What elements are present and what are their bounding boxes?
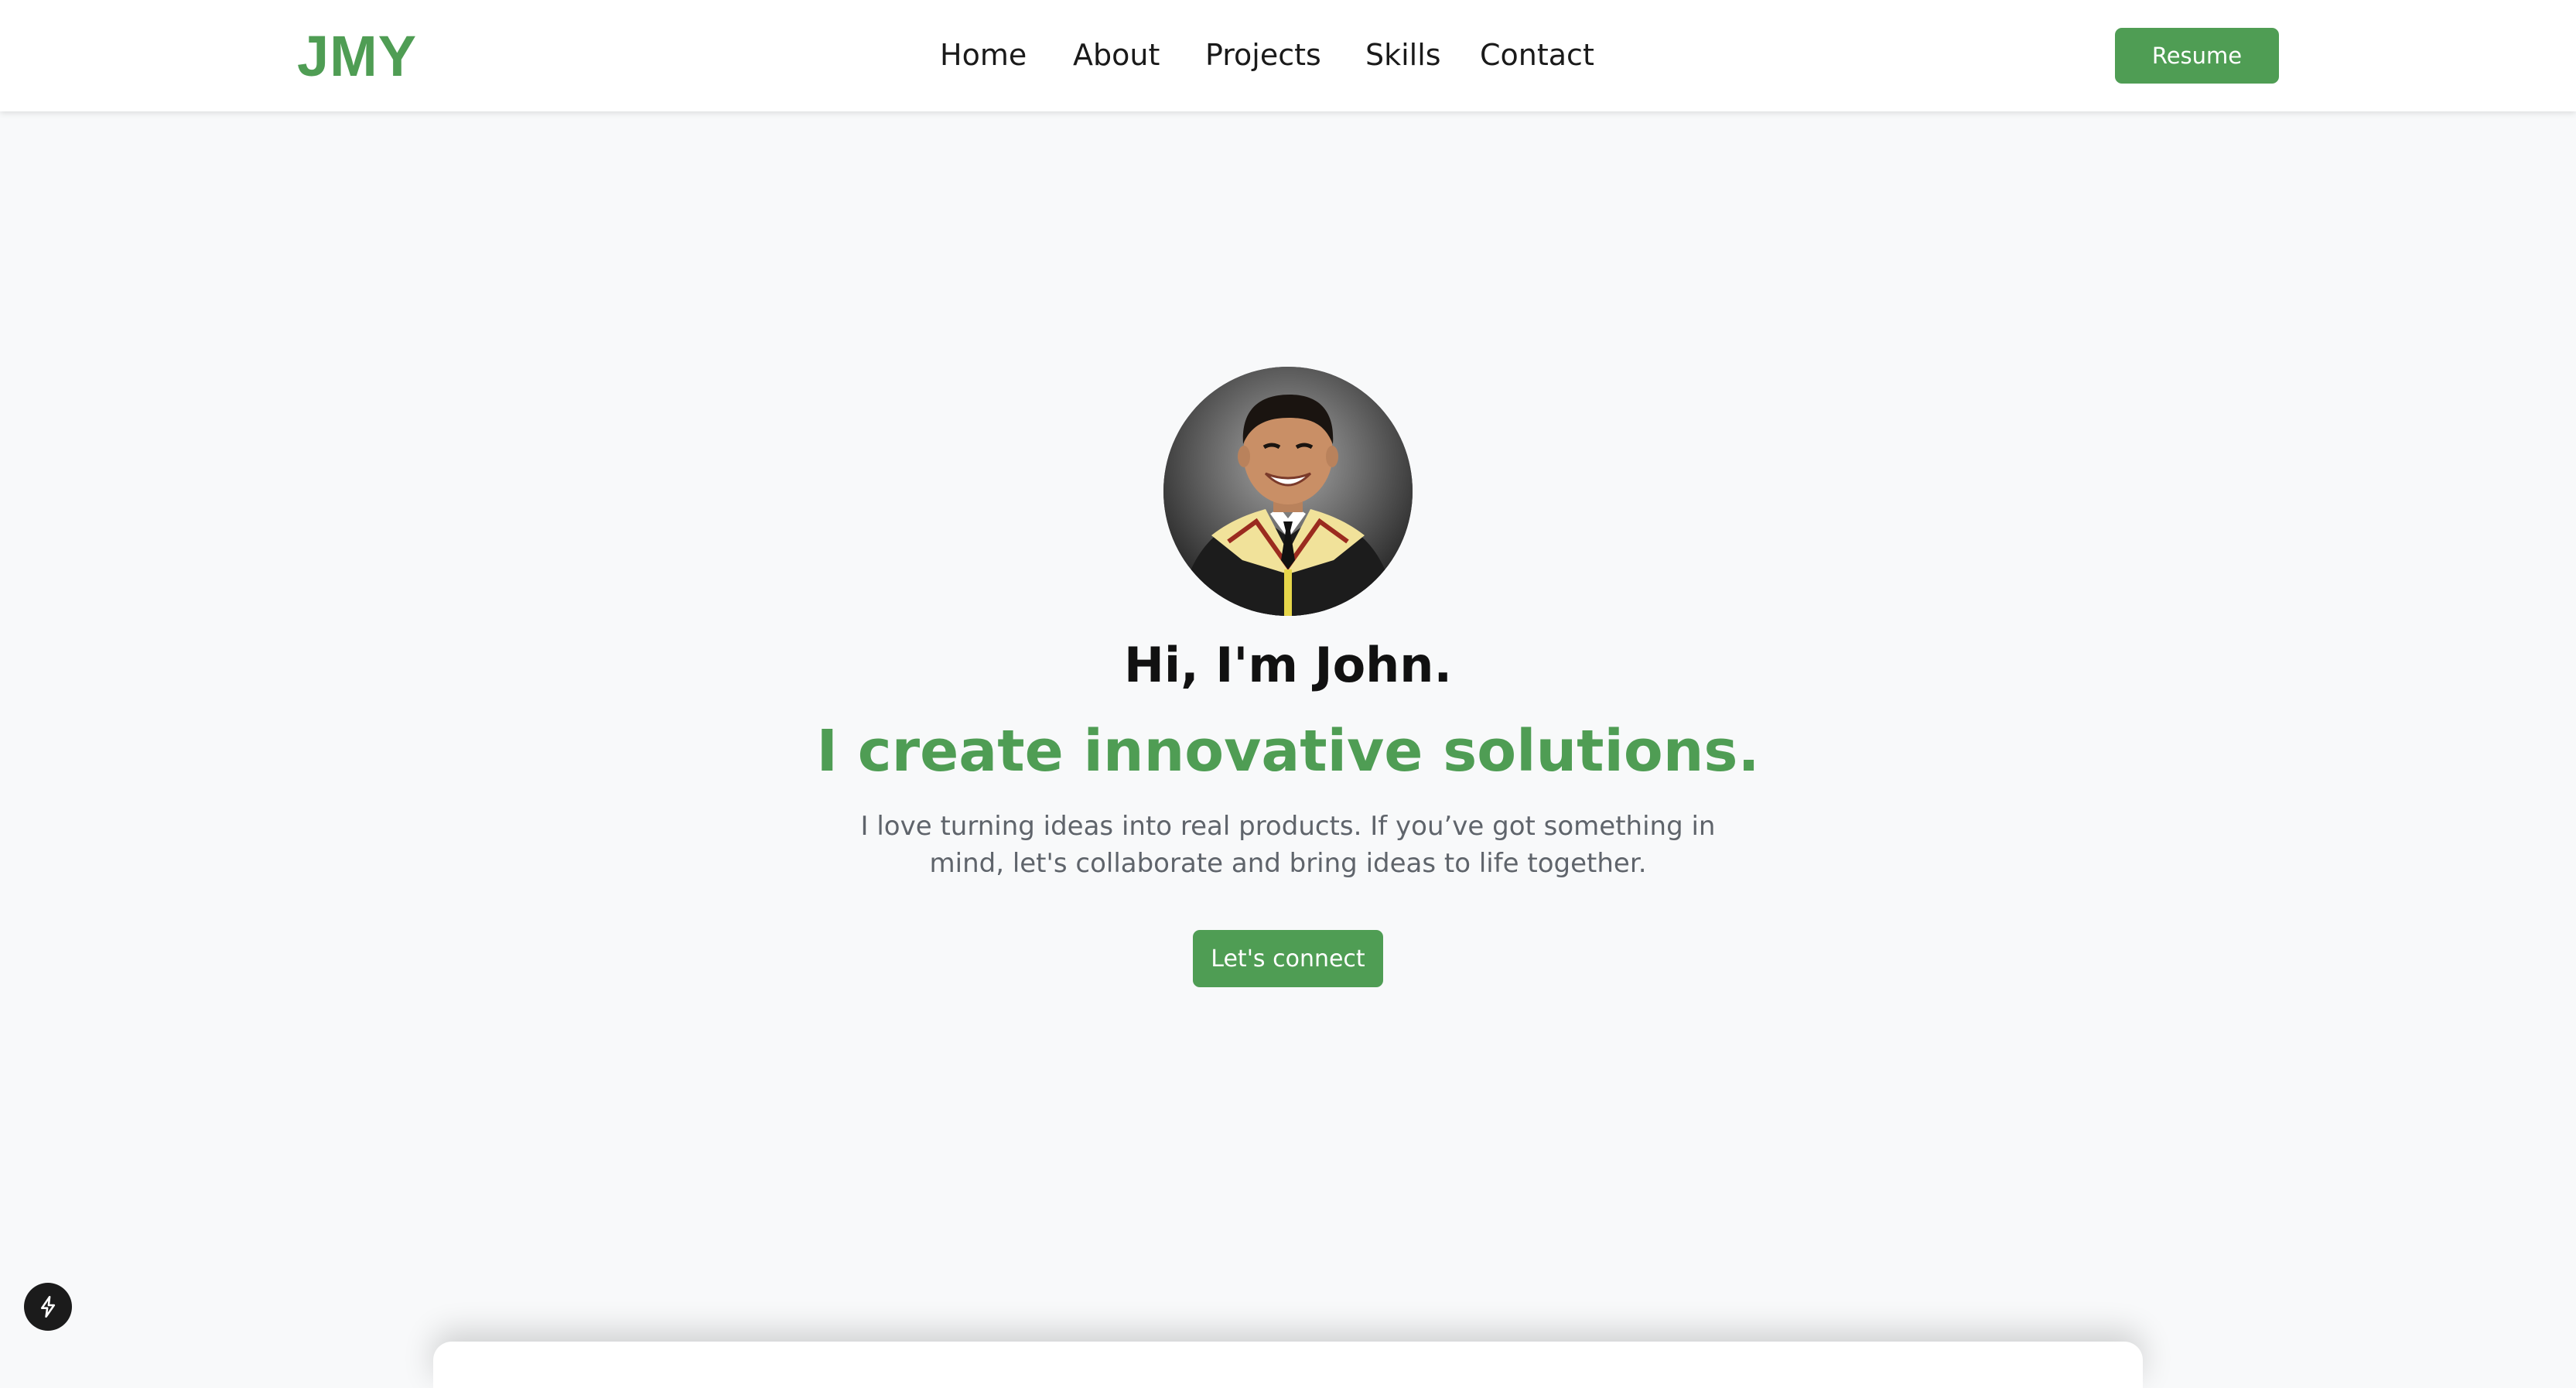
lightning-icon <box>40 1295 56 1318</box>
resume-button[interactable]: Resume <box>2115 28 2279 84</box>
nav-link-home[interactable]: Home <box>940 36 1027 74</box>
graduate-portrait-icon <box>1163 367 1413 616</box>
nav-link-projects[interactable]: Projects <box>1205 36 1321 74</box>
next-section-card <box>433 1342 2143 1388</box>
nav-link-contact[interactable]: Contact <box>1480 36 1594 74</box>
hero-description: I love turning ideas into real products.… <box>860 811 1716 879</box>
site-logo[interactable]: JMY <box>297 22 417 91</box>
nav-link-skills[interactable]: Skills <box>1365 36 1441 74</box>
dev-tools-badge[interactable] <box>24 1283 72 1331</box>
lets-connect-button[interactable]: Let's connect <box>1193 930 1383 987</box>
navbar: JMY Home About Projects Skills Contact R… <box>0 0 2576 111</box>
profile-photo <box>1163 367 1413 616</box>
hero-section: Hi, I'm John. I create innovative soluti… <box>0 111 2576 1388</box>
nav-link-about[interactable]: About <box>1073 36 1160 74</box>
hero-tagline: I create innovative solutions. <box>816 718 1760 785</box>
hero-greeting: Hi, I'm John. <box>1123 637 1452 693</box>
